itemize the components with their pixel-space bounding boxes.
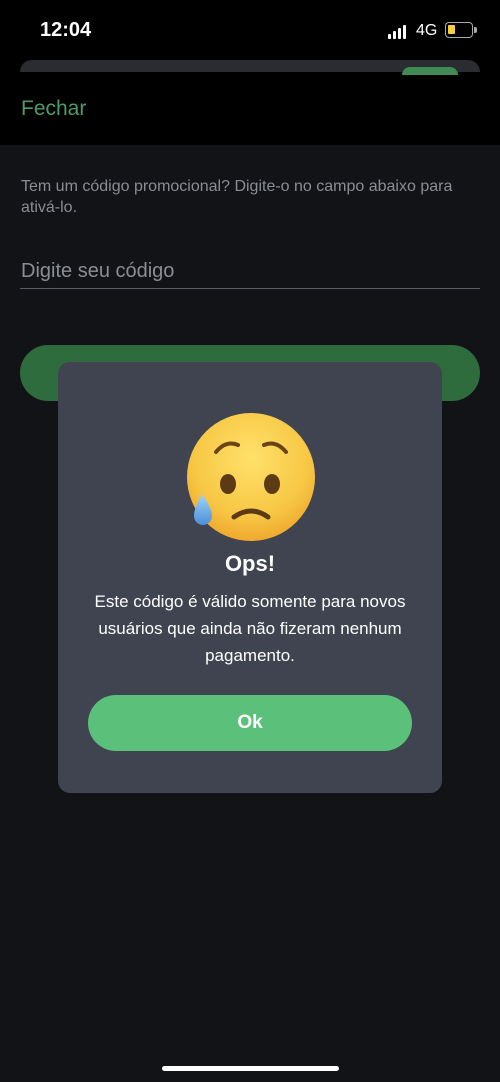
- error-dialog: Ops! Este código é válido somente para n…: [58, 362, 442, 793]
- dialog-title: Ops!: [224, 551, 276, 576]
- sad-sweat-face-icon: [187, 413, 315, 541]
- ok-button[interactable]: Ok: [88, 695, 412, 751]
- dialog-overlay: Ops! Este código é válido somente para n…: [0, 0, 500, 1082]
- home-indicator[interactable]: [162, 1066, 339, 1071]
- dialog-message: Este código é válido somente para novos …: [94, 592, 406, 665]
